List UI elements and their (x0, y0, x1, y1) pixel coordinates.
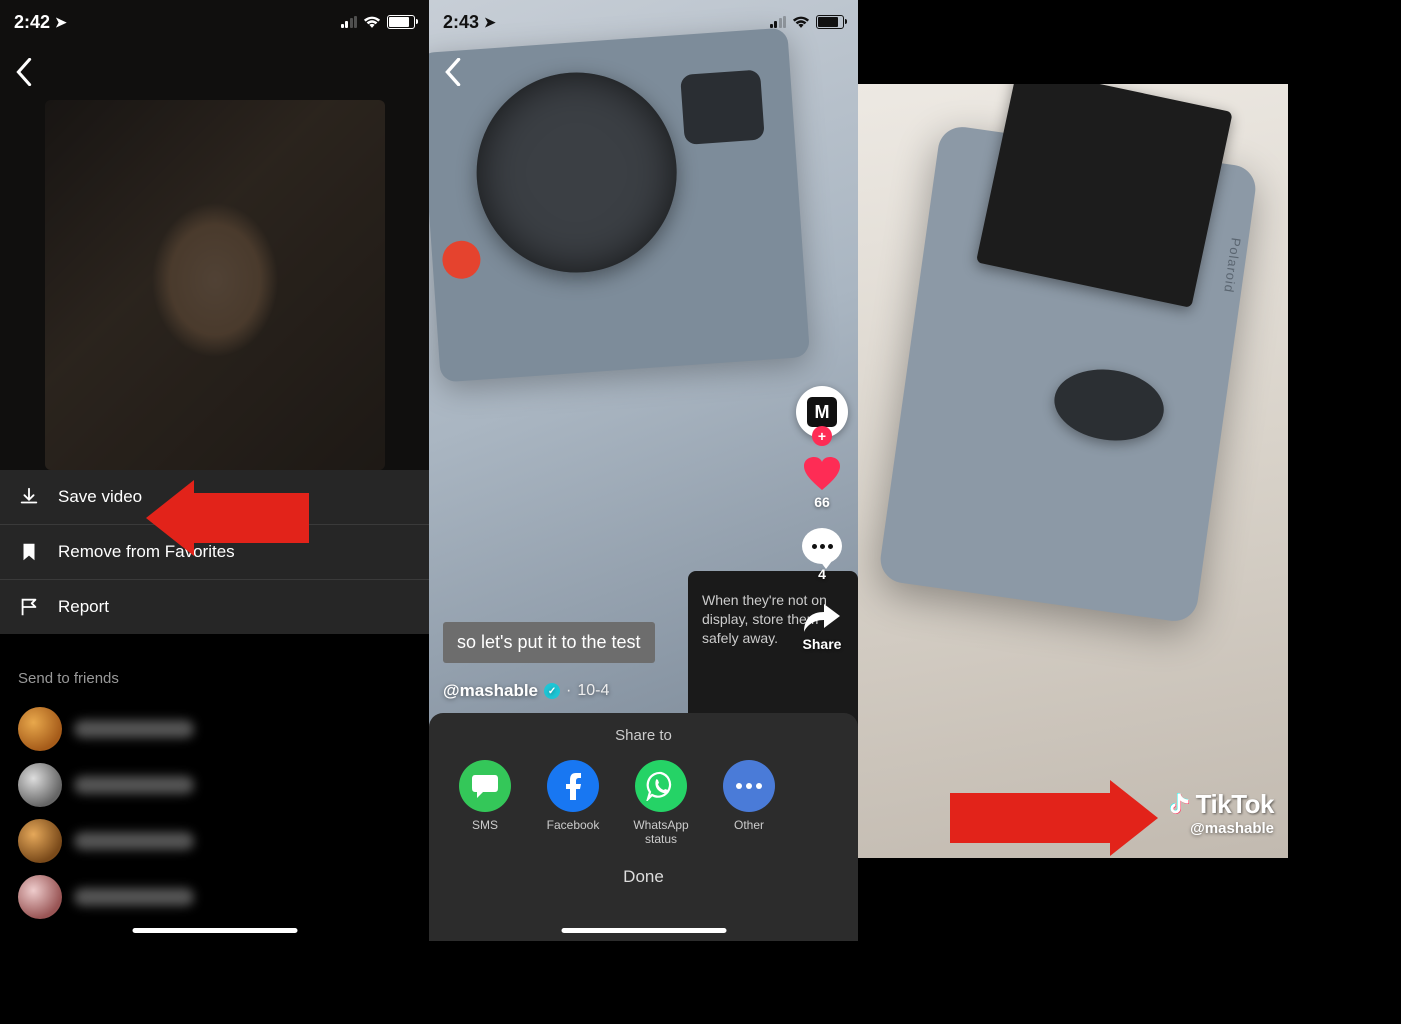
battery-icon (816, 15, 844, 29)
verified-icon: ✓ (544, 683, 560, 699)
send-to-friends-title: Send to friends (18, 670, 411, 687)
share-sheet-title: Share to (429, 727, 858, 744)
video-caption: so let's put it to the test (443, 622, 655, 663)
friend-avatar (18, 875, 62, 919)
share-label: Share (803, 636, 842, 652)
status-time: 2:42 (14, 12, 50, 33)
home-indicator[interactable] (132, 928, 297, 933)
flag-icon (18, 596, 40, 618)
friend-avatar (18, 819, 62, 863)
battery-icon (387, 15, 415, 29)
share-sheet: Share to SMS Facebook WhatsApp status Ot… (429, 713, 858, 941)
camera-lens (470, 66, 683, 279)
location-icon: ➤ (55, 14, 67, 31)
send-to-friends-section: Send to friends (0, 656, 429, 925)
post-date: 10-4 (577, 682, 609, 700)
friend-item[interactable] (18, 869, 411, 925)
back-button[interactable] (14, 58, 34, 86)
report-label: Report (58, 597, 109, 617)
emerging-film (976, 84, 1233, 308)
wifi-icon (792, 16, 810, 29)
download-icon (18, 486, 40, 508)
wifi-icon (363, 16, 381, 29)
friend-name-redacted (74, 832, 194, 850)
friend-item[interactable] (18, 813, 411, 869)
cellular-signal-icon (770, 16, 787, 28)
save-video-label: Save video (58, 487, 142, 507)
share-other-label: Other (734, 818, 764, 832)
share-icon (802, 600, 842, 634)
whatsapp-icon (635, 760, 687, 812)
location-icon: ➤ (484, 14, 496, 31)
panel-share-sheet: When they're not on display, store them … (429, 0, 858, 941)
printer-slot (1050, 363, 1169, 448)
creator-line[interactable]: @mashable ✓ · 10-4 (443, 681, 609, 701)
like-button[interactable]: 66 (802, 456, 842, 510)
share-facebook[interactable]: Facebook (541, 760, 605, 847)
action-rail: M + 66 4 Share (794, 386, 850, 652)
creator-username: @mashable (443, 681, 538, 701)
facebook-icon (547, 760, 599, 812)
heart-icon (802, 456, 842, 492)
tiktok-logo-icon (1168, 792, 1190, 818)
date-separator: · (566, 682, 571, 700)
camera-shutter (441, 239, 482, 280)
friend-name-redacted (74, 720, 194, 738)
annotation-arrow (146, 480, 309, 556)
share-whatsapp[interactable]: WhatsApp status (629, 760, 693, 847)
cellular-signal-icon (341, 16, 358, 28)
friend-avatar (18, 707, 62, 751)
friend-name-redacted (74, 776, 194, 794)
watermark-username: @mashable (1190, 820, 1274, 837)
share-button[interactable]: Share (802, 600, 842, 652)
home-indicator[interactable] (561, 928, 726, 933)
status-bar: 2:42 ➤ (0, 0, 429, 44)
polaroid-brand: Polaroid (1221, 237, 1244, 294)
annotation-arrow (950, 780, 1158, 856)
video-frame: Polaroid (858, 84, 1288, 858)
tiktok-logo-text: TikTok (1196, 789, 1274, 820)
friend-item[interactable] (18, 701, 411, 757)
panel-saved-video: Polaroid TikTok @mashable (858, 0, 1288, 941)
polaroid-printer: Polaroid (878, 124, 1259, 624)
friend-avatar (18, 763, 62, 807)
status-bar: 2:43 ➤ (429, 0, 858, 44)
share-whatsapp-label: WhatsApp status (629, 818, 693, 847)
friend-name-redacted (74, 888, 194, 906)
camera-body (429, 27, 810, 382)
done-button[interactable]: Done (429, 853, 858, 901)
creator-avatar[interactable]: M + (796, 386, 848, 438)
avatar-letter: M (807, 397, 837, 427)
follow-button[interactable]: + (812, 426, 832, 446)
bookmark-icon (18, 541, 40, 563)
camera-viewfinder (680, 69, 765, 144)
comment-icon (802, 528, 842, 564)
sms-icon (459, 760, 511, 812)
comment-button[interactable]: 4 (802, 528, 842, 582)
report-item[interactable]: Report (0, 580, 429, 634)
share-sms-label: SMS (472, 818, 498, 832)
more-icon (723, 760, 775, 812)
back-button[interactable] (443, 58, 463, 86)
share-other[interactable]: Other (717, 760, 781, 847)
status-time: 2:43 (443, 12, 479, 33)
share-sms[interactable]: SMS (453, 760, 517, 847)
panel-favorites-menu: 2:42 ➤ Save video Remove from Favorites … (0, 0, 429, 941)
like-count: 66 (814, 494, 830, 510)
video-preview (0, 0, 429, 470)
friend-item[interactable] (18, 757, 411, 813)
tiktok-watermark: TikTok @mashable (1168, 789, 1274, 837)
share-facebook-label: Facebook (547, 818, 600, 832)
